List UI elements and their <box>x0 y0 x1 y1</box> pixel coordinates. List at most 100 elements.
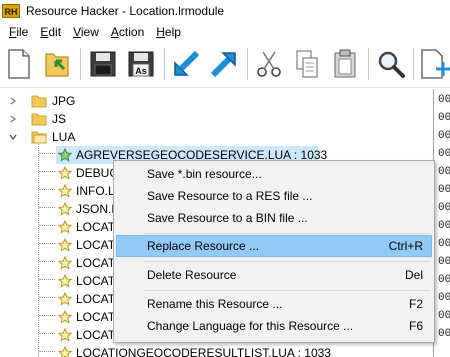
tree-connector <box>39 297 55 298</box>
hex-line: 00 <box>438 130 450 142</box>
find-icon <box>378 51 405 78</box>
menu-help-key: H <box>156 25 165 39</box>
find-button[interactable] <box>374 47 408 81</box>
tree-item-label: LOCAT <box>76 310 116 324</box>
run-arrow-icon <box>210 52 236 78</box>
tree-connector <box>39 315 55 316</box>
tree-connector <box>39 243 55 244</box>
open-folder-icon <box>45 53 69 77</box>
hex-line: 00 <box>438 94 450 106</box>
toolbar-separator <box>164 48 165 80</box>
menu-help-rest: elp <box>164 25 181 39</box>
menu-separator <box>144 290 430 291</box>
copy-icon <box>296 50 318 78</box>
tree-connector <box>39 207 55 208</box>
menu-item-label: Save Resource to a BIN file ... <box>147 211 308 225</box>
menu-item-delete-resource[interactable]: Delete Resource Del <box>116 264 432 286</box>
expand-chevron-icon[interactable] <box>8 96 17 105</box>
menu-item-label: Rename this Resource ... <box>147 297 283 311</box>
menu-view[interactable]: View <box>67 22 105 42</box>
paste-icon <box>334 49 356 78</box>
add-resource-icon <box>421 49 450 79</box>
star-icon <box>58 274 72 288</box>
open-button[interactable] <box>41 47 75 81</box>
save-icon <box>90 51 116 77</box>
toolbar-separator <box>80 48 81 80</box>
tree-connector <box>39 225 55 226</box>
hex-line: 00 <box>438 256 450 268</box>
menu-item-save-res[interactable]: Save Resource to a RES file ... <box>116 185 432 207</box>
hex-line: 00 <box>438 310 450 322</box>
tree-item-label: LOCAT <box>76 328 116 342</box>
compile-button[interactable] <box>169 47 203 81</box>
menu-view-rest: iew <box>80 25 99 39</box>
save-as-badge: As <box>135 66 147 76</box>
menu-bar: File Edit View Action Help <box>0 22 450 42</box>
menu-file[interactable]: File <box>3 22 34 42</box>
tree-item-label: JSON.L <box>76 202 119 216</box>
run-script-button[interactable] <box>207 47 241 81</box>
menu-item-save-bin-file[interactable]: Save Resource to a BIN file ... <box>116 207 432 229</box>
hex-line: 00 <box>438 328 450 340</box>
hex-line: 00 <box>438 292 450 304</box>
cut-button[interactable] <box>252 47 286 81</box>
tree-item-label: LOCAT <box>76 238 116 252</box>
star-icon <box>58 184 72 198</box>
menu-file-rest: ile <box>16 25 29 39</box>
menu-edit[interactable]: Edit <box>34 22 67 42</box>
star-icon <box>58 292 72 306</box>
copy-button[interactable] <box>290 47 324 81</box>
resource-hacker-app-icon: RH <box>2 4 20 18</box>
context-menu: Save *.bin resource... Save Resource to … <box>113 160 435 343</box>
cut-icon <box>257 51 281 77</box>
menu-action[interactable]: Action <box>105 22 150 42</box>
menu-item-label: Save *.bin resource... <box>147 167 262 181</box>
tree-item-label: LOCAT <box>76 256 116 270</box>
menu-item-rename-resource[interactable]: Rename this Resource ... F2 <box>116 293 432 315</box>
menu-item-change-language[interactable]: Change Language for this Resource ... F6 <box>116 315 432 337</box>
folder-icon <box>31 95 47 108</box>
save-button[interactable] <box>86 47 120 81</box>
menu-item-shortcut: Ctrl+R <box>388 239 423 253</box>
tree-item-label: LOCATIONGEOCODERESULTLIST.LUA : 1033 <box>76 346 331 357</box>
menu-separator <box>144 261 430 262</box>
paste-button[interactable] <box>328 47 362 81</box>
menu-item-save-bin[interactable]: Save *.bin resource... <box>116 163 432 185</box>
collapse-chevron-icon[interactable] <box>8 132 17 141</box>
save-as-button[interactable]: As <box>124 47 158 81</box>
tree-item-label: LOCAT <box>76 274 116 288</box>
tree-item-label: INFO.L <box>76 184 115 198</box>
menu-item-replace-resource[interactable]: Replace Resource ... Ctrl+R <box>116 235 432 257</box>
add-resource-button[interactable] <box>418 47 450 81</box>
tree-folder-label: JS <box>52 112 67 126</box>
star-icon <box>58 220 72 234</box>
hex-line: 00 <box>438 166 450 178</box>
menu-edit-rest: dit <box>48 25 62 39</box>
hex-line: 00 <box>438 238 450 250</box>
hex-line: 00 <box>438 184 450 196</box>
menu-item-label: Save Resource to a RES file ... <box>147 189 313 203</box>
tree-item-label: LOCAT <box>76 220 116 234</box>
menu-separator <box>144 233 430 234</box>
hex-editor-pane[interactable]: 00 00 00 00 00 00 00 00 00 00 00 00 00 0… <box>433 89 450 357</box>
new-file-icon <box>8 49 30 79</box>
tree-connector <box>39 279 55 280</box>
hex-line: 00 <box>438 220 450 232</box>
menu-item-shortcut: F2 <box>408 297 423 311</box>
window-title: Resource Hacker - Location.lrmodule <box>26 4 225 18</box>
green-star-icon <box>58 148 72 162</box>
menu-item-label: Change Language for this Resource ... <box>147 319 354 333</box>
toolbar: As <box>0 42 450 88</box>
star-icon <box>58 328 72 342</box>
new-file-button[interactable] <box>2 47 36 81</box>
tree-connector <box>39 171 55 172</box>
menu-item-shortcut: Del <box>404 268 423 282</box>
menu-help[interactable]: Help <box>150 22 187 42</box>
menu-action-rest: ction <box>118 25 145 39</box>
star-icon <box>58 238 72 252</box>
expand-chevron-icon[interactable] <box>8 114 17 123</box>
star-icon <box>58 256 72 270</box>
toolbar-separator <box>247 48 248 80</box>
hex-line: 00 <box>438 148 450 160</box>
tree-item-label: LOCAT <box>76 292 116 306</box>
